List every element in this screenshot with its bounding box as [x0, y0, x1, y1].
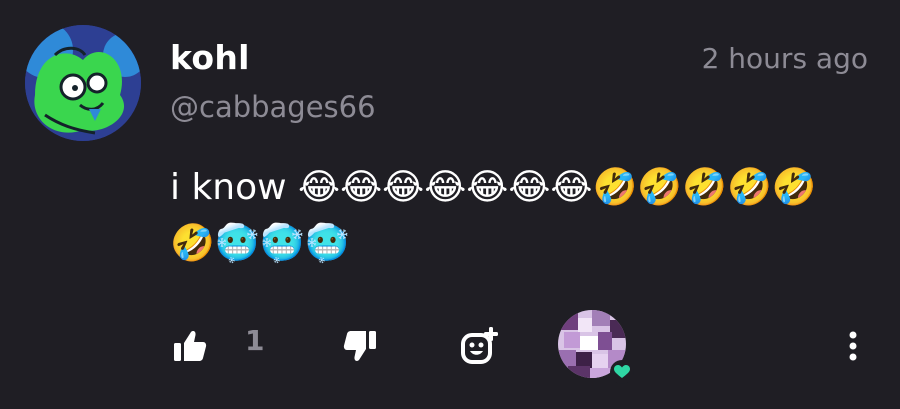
more-options-button[interactable]	[838, 328, 868, 364]
author-avatar[interactable]	[25, 25, 141, 141]
author-handle[interactable]: @cabbages66	[170, 90, 376, 124]
heart-icon	[614, 365, 630, 378]
more-vertical-icon	[849, 331, 857, 361]
thumbs-down-icon	[343, 331, 376, 361]
comment-timestamp: 2 hours ago	[701, 42, 868, 75]
heart-badge	[610, 360, 634, 384]
like-button[interactable]	[170, 328, 210, 364]
comment-actions: 1	[0, 310, 900, 384]
comment-text: i know 😂😂😂😂😂😂😂🤣🤣🤣🤣🤣🤣🥶🥶🥶	[170, 167, 817, 264]
comment-card: kohl @cabbages66 2 hours ago i know 😂😂😂😂…	[0, 0, 900, 409]
author-name[interactable]: kohl	[170, 38, 250, 77]
like-count: 1	[245, 324, 265, 357]
add-reaction-icon	[461, 327, 498, 364]
add-reaction-button[interactable]	[458, 324, 502, 368]
dislike-button[interactable]	[340, 328, 380, 364]
thumbs-up-icon	[174, 331, 207, 361]
